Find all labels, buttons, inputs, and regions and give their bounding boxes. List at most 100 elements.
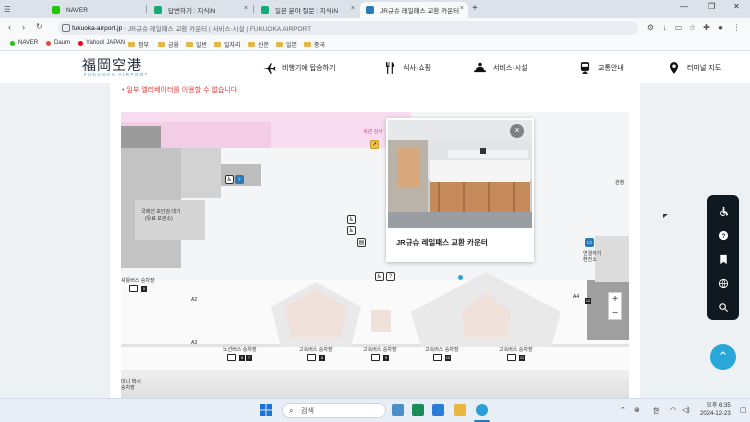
folder-icon	[248, 42, 255, 47]
bookmark-yahoo[interactable]: Yahoo! JAPAN	[78, 40, 125, 46]
bookmark-folder-finance[interactable]: 금융	[158, 40, 179, 49]
train-icon	[580, 62, 590, 74]
tab-answer[interactable]: 답변하기 : 지식iN ×	[148, 2, 252, 18]
tray-status-icon[interactable]: ⊗	[634, 406, 640, 414]
bus-stop-label: 고속버스 승차장	[363, 347, 397, 353]
site-info-icon[interactable]	[62, 24, 70, 32]
tab-japan-question[interactable]: 일본 분야 질문 : 지식iN ×	[255, 2, 359, 18]
tab-naver[interactable]: NAVER	[46, 2, 146, 18]
bus-icon	[227, 354, 236, 361]
wheelchair-icon: ♿	[347, 226, 356, 235]
extensions-icon[interactable]: ✚	[702, 23, 711, 32]
bookmark-folder-gov[interactable]: 정부	[128, 40, 149, 49]
profile-icon[interactable]: ●	[716, 23, 725, 32]
reload-icon[interactable]: ↻	[36, 22, 43, 31]
folder-icon	[214, 42, 221, 47]
svg-text:?: ?	[721, 233, 725, 239]
customs-label: 세관 검사	[363, 129, 383, 135]
wheelchair-icon	[719, 206, 728, 216]
stop-number: 5	[141, 286, 147, 292]
bookmark-folder-news[interactable]: 신문	[248, 40, 269, 49]
bookmark-daum[interactable]: Daum	[46, 40, 70, 46]
language-button[interactable]	[715, 275, 731, 291]
download-icon[interactable]: ↓	[660, 23, 669, 32]
back-icon[interactable]: ‹	[8, 22, 11, 32]
taskbar-app-word[interactable]	[432, 404, 444, 416]
bookmark-naver[interactable]: NAVER	[10, 40, 38, 46]
zoom-out-button[interactable]: −	[609, 307, 621, 321]
taskbar-app-widgets[interactable]	[392, 404, 404, 416]
stop-number: 12	[585, 298, 591, 304]
tab-strip-menu-icon[interactable]: ☰	[2, 2, 10, 18]
nav-dining[interactable]: 식사·쇼핑	[383, 61, 431, 75]
help-button[interactable]: ?	[715, 227, 731, 243]
menu-icon[interactable]: ⋮	[732, 23, 741, 32]
close-tab-icon[interactable]: ×	[460, 5, 464, 12]
bookmark-folder-china[interactable]: 중국	[304, 40, 325, 49]
bookmark-star-icon[interactable]: ☆	[688, 23, 697, 32]
windows-logo-icon	[260, 404, 272, 416]
zoom-in-button[interactable]: +	[609, 293, 621, 307]
start-button[interactable]	[260, 404, 272, 416]
help-icon: ?	[386, 272, 395, 281]
bus-icon	[307, 354, 316, 361]
tab-jr-pass[interactable]: JR규슈 레일패스 교환 카운터 ×	[360, 2, 468, 18]
cast-icon[interactable]: ▭	[674, 23, 683, 32]
maximize-button[interactable]: ❐	[708, 2, 715, 11]
terminal-map[interactable]: 세관 검사 국제선 보안검 대기 (유료 보관소) 관청 셔틀버스 승차장 5 …	[121, 112, 629, 398]
taskbar-app-edge[interactable]	[476, 404, 488, 416]
storage-label: 국제선 보안검 대기	[141, 209, 181, 215]
mouse-cursor-icon	[663, 214, 668, 218]
close-tab-icon[interactable]: ×	[244, 5, 248, 12]
minimize-button[interactable]: —	[680, 2, 688, 11]
nav-services[interactable]: 서비스·시설	[473, 61, 528, 75]
taskbar-app-explorer[interactable]	[454, 404, 466, 416]
nav-transport[interactable]: 교통안내	[578, 61, 624, 75]
floating-tool-panel: ?	[707, 195, 739, 320]
translate-icon[interactable]: ⚙	[646, 23, 655, 32]
close-tab-icon[interactable]: ×	[351, 5, 355, 12]
close-popup-button[interactable]: ×	[510, 124, 524, 138]
airplane-icon	[263, 63, 276, 74]
taskbar-clock[interactable]: 오후 6:35 2024-12-23	[700, 402, 731, 418]
bus-stop-label: 고속버스 승차장	[299, 347, 333, 353]
bookmark-folder-jobs[interactable]: 일자리	[214, 40, 241, 49]
bookmark-button[interactable]	[715, 251, 731, 267]
fork-knife-icon	[385, 62, 395, 74]
bookmarks-bar: NAVER Daum Yahoo! JAPAN 정부 금융 일반 일자리 신문 …	[0, 38, 750, 51]
search-icon	[718, 302, 728, 312]
tray-wifi-icon[interactable]: ◠	[670, 406, 676, 414]
yahoo-icon	[78, 40, 83, 46]
taskbar-app-excel[interactable]	[412, 404, 424, 416]
search-button[interactable]	[715, 299, 731, 315]
taskbar-search-input[interactable]: ⌕ 검색	[282, 403, 386, 418]
naver-icon	[10, 40, 15, 46]
bus-icon	[371, 354, 380, 361]
tray-chevron-icon[interactable]: ⌃	[620, 406, 626, 414]
scroll-to-top-button[interactable]: ⌃	[710, 344, 736, 370]
site-logo-sub: FUKUOKA AIRPORT	[84, 72, 149, 77]
folder-icon	[276, 42, 283, 47]
input-language-indicator[interactable]: 한	[653, 406, 659, 416]
bookmark-folder-japan[interactable]: 일본	[276, 40, 297, 49]
nav-terminal-map[interactable]: 터미널 지도	[667, 61, 721, 75]
close-window-button[interactable]: ✕	[733, 2, 740, 11]
folder-icon	[186, 42, 193, 47]
stop-number: 10	[445, 355, 451, 361]
bookmark-folder-general[interactable]: 일반	[186, 40, 207, 49]
accessibility-button[interactable]	[715, 203, 731, 219]
stop-number: 9	[383, 355, 389, 361]
tray-volume-icon[interactable]: ◁)	[682, 406, 690, 414]
url-input[interactable]: fukuoka-airport.jp · JR규슈 레일패스 교환 카운터 | …	[58, 21, 638, 35]
notification-icon[interactable]: ▢	[740, 406, 747, 414]
new-tab-button[interactable]: +	[472, 3, 478, 14]
bus-icon	[129, 285, 138, 292]
storage-label-2: (유료 보관소)	[145, 216, 173, 222]
stop-number: 6	[239, 355, 245, 361]
forward-icon[interactable]: ›	[22, 22, 25, 32]
nav-boarding[interactable]: 비행기에 탑승하기	[262, 61, 335, 75]
stop-number: 11	[519, 355, 525, 361]
canopy-left	[271, 282, 361, 347]
folder-icon	[158, 42, 165, 47]
canopy-mid	[371, 310, 391, 332]
